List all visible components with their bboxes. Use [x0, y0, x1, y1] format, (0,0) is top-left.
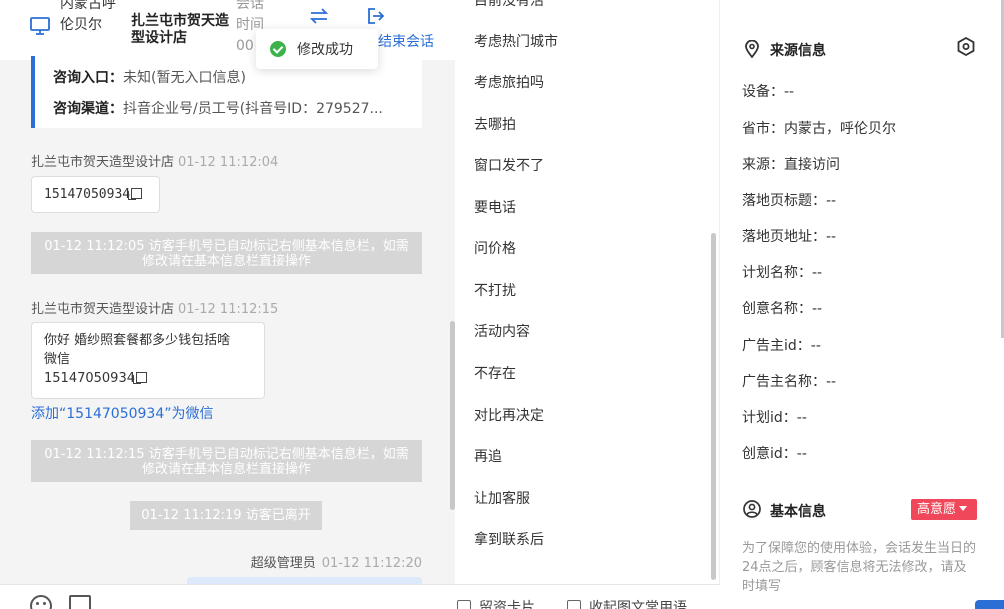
source-field-device: 设备：-- — [742, 84, 795, 100]
message-bubble: 你好 婚纱照套餐都多少钱包括啥 微信 15147050934 — [31, 322, 265, 399]
copy-icon[interactable] — [132, 372, 147, 384]
copy-icon[interactable] — [128, 188, 143, 200]
info-panel: 来源信息 设备：-- 省市：内蒙古，呼伦贝尔 来源：直接访问 落地页标题：-- … — [720, 0, 1004, 609]
source-field-creative-name: 创意名称：-- — [742, 301, 823, 317]
quick-reply-item[interactable]: 再追 — [474, 446, 502, 466]
source-field-plan-id: 计划id：-- — [742, 410, 807, 426]
source-field-origin: 来源：直接访问 — [742, 157, 840, 173]
send-button[interactable] — [975, 600, 1004, 609]
quick-reply-item[interactable]: 对比再决定 — [474, 405, 544, 425]
emoji-icon[interactable] — [30, 595, 52, 609]
check-icon — [270, 41, 286, 57]
visitor-left-message: 01-12 11:12:19 访客已离开 — [130, 501, 322, 530]
system-message: 01-12 11:12:05 访客手机号已自动标记右侧基本信息栏，如需修改请在基… — [31, 232, 422, 274]
consult-channel: 咨询渠道：抖音企业号/员工号(抖音号ID：279527... — [53, 101, 383, 117]
chat-header: 内蒙古呼伦贝尔 扎兰屯市贺天造型设计店 会话时间00 结束会话 — [0, 0, 455, 60]
location-pin-icon — [745, 40, 759, 58]
visitor-location: 内蒙古呼伦贝尔 — [60, 0, 116, 33]
source-field-advertiser-name: 广告主名称：-- — [742, 374, 837, 390]
image-icon[interactable] — [69, 595, 91, 609]
add-wechat-link[interactable]: 添加“15147050934”为微信 — [31, 403, 214, 423]
settings-hex-icon[interactable] — [957, 37, 975, 56]
quick-reply-item[interactable]: 去哪拍 — [474, 114, 516, 134]
source-info-title: 来源信息 — [770, 43, 826, 59]
source-field-advertiser-id: 广告主id：-- — [742, 338, 821, 354]
user-icon — [743, 500, 761, 518]
caret-down-icon — [959, 506, 968, 511]
exit-icon[interactable] — [367, 7, 385, 25]
quick-reply-item[interactable]: 拿到联系后 — [474, 529, 544, 549]
source-field-landing-title: 落地页标题：-- — [742, 193, 837, 209]
transfer-icon[interactable] — [309, 7, 329, 25]
quick-reply-item[interactable]: 不打扰 — [474, 280, 516, 300]
basic-info-title: 基本信息 — [770, 504, 826, 520]
message-sender: 扎兰屯市贺天造型设计店 01-12 11:12:04 — [31, 155, 279, 170]
shop-name: 扎兰屯市贺天造型设计店 — [131, 13, 229, 46]
system-message: 01-12 11:12:15 访客手机号已自动标记右侧基本信息栏，如需修改请在基… — [31, 440, 422, 482]
success-toast: 修改成功 — [256, 29, 378, 69]
source-field-landing-url: 落地页地址：-- — [742, 229, 837, 245]
chat-panel: 内蒙古呼伦贝尔 扎兰屯市贺天造型设计店 会话时间00 结束会话 修改成功 咨询入… — [0, 0, 455, 609]
quick-reply-item[interactable]: 要电话 — [474, 197, 516, 217]
edit-deadline-note: 为了保障您的使用体验，会话发生当日的24点之后，顾客信息将无法修改，请及时填写 — [742, 541, 977, 594]
source-field-creative-id: 创意id：-- — [742, 446, 807, 462]
quick-reply-item[interactable]: 让加客服 — [474, 488, 530, 508]
quick-reply-panel: 目前没有活 考虑热门城市 考虑旅拍吗 去哪拍 窗口发不了 要电话 问价格 不打扰… — [455, 0, 720, 584]
message-bubble: 15147050934 — [31, 176, 160, 213]
end-session-button[interactable]: 结束会话 — [378, 31, 434, 51]
quick-reply-item[interactable]: 目前没有活 — [474, 0, 544, 10]
source-field-region: 省市：内蒙古，呼伦贝尔 — [742, 121, 896, 137]
quick-reply-item[interactable]: 窗口发不了 — [474, 155, 544, 175]
consult-entry: 咨询入口：未知(暂无入口信息) — [53, 70, 246, 86]
quick-reply-item[interactable]: 问价格 — [474, 238, 516, 258]
quick-reply-scrollbar[interactable] — [711, 233, 716, 580]
message-sender: 扎兰屯市贺天造型设计店 01-12 11:12:15 — [31, 302, 279, 317]
quick-reply-item[interactable]: 活动内容 — [474, 321, 530, 341]
toast-text: 修改成功 — [297, 42, 353, 58]
quick-reply-item[interactable]: 考虑热门城市 — [474, 31, 558, 51]
collapse-phrases-button[interactable]: 收起图文常用语 — [567, 597, 687, 609]
quick-reply-item[interactable]: 考虑旅拍吗 — [474, 72, 544, 92]
message-sender: 超级管理员 01-12 11:12:20 — [250, 556, 422, 571]
source-field-plan-name: 计划名称：-- — [742, 265, 823, 281]
monitor-icon — [30, 17, 50, 35]
lead-card-button[interactable]: 留资卡片 — [457, 597, 535, 609]
intent-level-dropdown[interactable]: 高意愿 — [911, 499, 977, 520]
quick-reply-item[interactable]: 不存在 — [474, 363, 516, 383]
